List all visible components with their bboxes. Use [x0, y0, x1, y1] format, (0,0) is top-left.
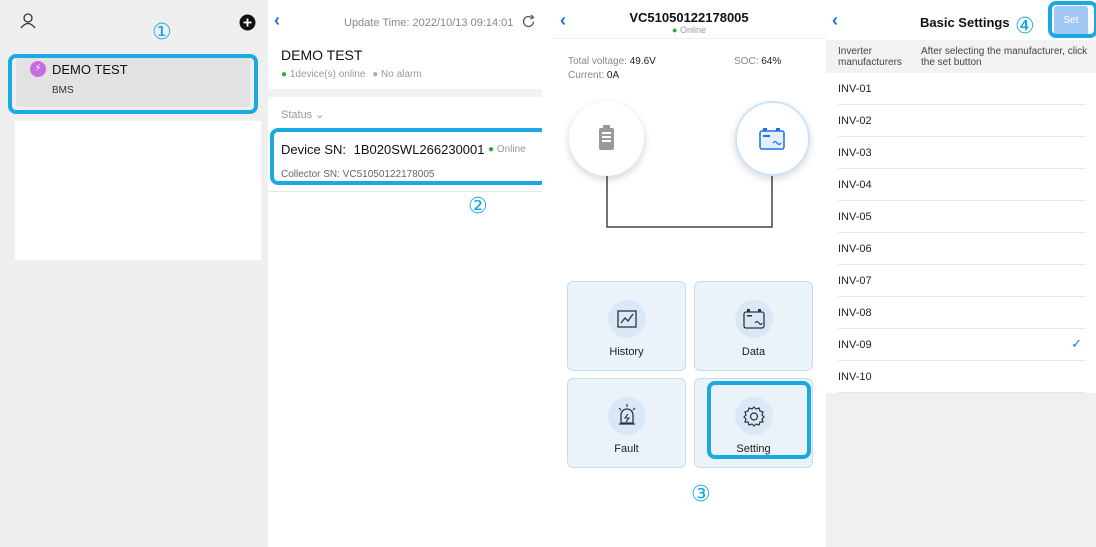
- device-overview-panel: ‹ VC51050122178005 ● Online Total voltag…: [552, 0, 826, 547]
- online-dot-icon: ●: [488, 144, 495, 155]
- basic-settings-panel: ‹ Basic Settings ④ Set Inverter manufact…: [826, 0, 1096, 547]
- alarm-status: No alarm: [381, 69, 422, 80]
- status-filter-label: Status: [281, 109, 313, 121]
- online-dot-icon: ●: [281, 69, 288, 80]
- history-label: History: [609, 346, 644, 358]
- manufacturer-label: INV-08: [838, 307, 872, 319]
- manufacturer-item[interactable]: INV-10: [838, 361, 1086, 393]
- user-icon[interactable]: [20, 13, 36, 29]
- highlight-set-button: [1048, 1, 1096, 38]
- manufacturer-item[interactable]: INV-07: [838, 265, 1086, 297]
- manufacturer-label: INV-06: [838, 243, 872, 255]
- device-status: ● Online: [488, 144, 526, 155]
- step-marker-1: ①: [152, 20, 172, 45]
- header-manufacturers: Inverter manufacturers: [838, 46, 902, 68]
- device-online: ● Online: [552, 25, 826, 35]
- fault-tile[interactable]: Fault: [567, 378, 686, 468]
- soc: SOC: 64%: [734, 56, 781, 67]
- list-footer-area: [826, 393, 1096, 547]
- manufacturer-item[interactable]: INV-03: [838, 137, 1086, 169]
- manufacturer-item[interactable]: INV-05: [838, 201, 1086, 233]
- header-divider: [552, 38, 826, 39]
- status-line: ● 1device(s) online ● No alarm: [281, 69, 422, 80]
- fault-alarm-icon: [608, 397, 646, 435]
- battery-node: [569, 101, 644, 176]
- manufacturer-item[interactable]: INV-09 ✓: [838, 329, 1086, 361]
- total-voltage-value: 49.6V: [629, 56, 656, 67]
- add-plant-icon[interactable]: [239, 14, 256, 31]
- device-divider: [268, 191, 542, 192]
- plant-list-panel: ① ⚡ DEMO TEST BMS: [0, 0, 268, 547]
- device-online-label: Online: [679, 25, 706, 35]
- current-label: Current:: [568, 70, 605, 81]
- device-status-label: Online: [496, 144, 526, 155]
- data-tile[interactable]: Data: [694, 281, 813, 371]
- highlight-plant-card: [8, 54, 258, 114]
- back-icon[interactable]: ‹: [832, 10, 838, 31]
- manufacturer-label: INV-03: [838, 147, 872, 159]
- manufacturer-item[interactable]: INV-02: [838, 105, 1086, 137]
- checkmark-icon: ✓: [1071, 337, 1082, 352]
- section-divider: [268, 89, 542, 97]
- device-sn-label: Device SN:: [281, 142, 347, 157]
- total-voltage: Total voltage: 49.6V: [568, 56, 656, 67]
- soc-label: SOC:: [734, 56, 759, 67]
- inverter-node: [735, 101, 810, 176]
- inverter-icon: [759, 128, 785, 150]
- current: Current: 0A: [568, 70, 619, 81]
- step-marker-3: ③: [691, 482, 711, 507]
- step-marker-2: ②: [468, 194, 488, 219]
- highlight-setting-tile: [707, 381, 811, 459]
- plant-type-icon: ⚡: [30, 61, 46, 77]
- manufacturer-item[interactable]: INV-08: [838, 297, 1086, 329]
- plant-title: DEMO TEST: [281, 47, 363, 63]
- settings-title: Basic Settings: [920, 15, 1010, 30]
- manufacturer-label: INV-02: [838, 115, 872, 127]
- manufacturer-item[interactable]: INV-04: [838, 169, 1086, 201]
- online-count: 1device(s) online: [289, 69, 366, 80]
- status-filter[interactable]: Status ⌄: [281, 108, 324, 121]
- total-voltage-label: Total voltage:: [568, 56, 627, 67]
- step-marker-4: ④: [1015, 14, 1035, 39]
- refresh-icon[interactable]: [521, 14, 536, 29]
- current-value: 0A: [606, 70, 620, 81]
- device-sn-value: 1B020SWL266230001: [353, 142, 485, 157]
- manufacturer-label: INV-09: [838, 339, 872, 351]
- manufacturer-label: INV-01: [838, 83, 872, 95]
- manufacturer-item[interactable]: INV-01: [838, 73, 1086, 105]
- battery-data-icon: [735, 300, 773, 338]
- battery-icon: [599, 125, 614, 150]
- plant-name: DEMO TEST: [52, 62, 128, 77]
- soc-value: 64%: [761, 56, 782, 67]
- empty-list-area: [15, 121, 261, 260]
- manufacturer-label: INV-04: [838, 179, 872, 191]
- header-instruction: After selecting the manufacturer, click …: [921, 46, 1088, 68]
- plant-type: BMS: [52, 85, 74, 96]
- collector-sn: Collector SN: VC51050122178005: [281, 169, 435, 180]
- chevron-down-icon: ⌄: [315, 109, 325, 121]
- online-dot-icon: ●: [672, 25, 678, 35]
- history-chart-icon: [608, 300, 646, 338]
- data-label: Data: [741, 346, 766, 358]
- device-sn: Device SN: 1B020SWL266230001: [281, 142, 485, 157]
- back-icon[interactable]: ‹: [274, 10, 280, 31]
- history-tile[interactable]: History: [567, 281, 686, 371]
- manufacturer-label: INV-05: [838, 211, 872, 223]
- fault-label: Fault: [614, 443, 639, 455]
- alarm-dot-icon: ●: [372, 69, 379, 80]
- manufacturer-label: INV-07: [838, 275, 872, 287]
- manufacturer-label: INV-10: [838, 371, 872, 383]
- device-title: VC51050122178005: [629, 10, 749, 25]
- manufacturer-item[interactable]: INV-06: [838, 233, 1086, 265]
- plant-detail-panel: ‹ Update Time: 2022/10/13 09:14:01 DEMO …: [268, 0, 542, 547]
- update-time: Update Time: 2022/10/13 09:14:01: [344, 17, 514, 29]
